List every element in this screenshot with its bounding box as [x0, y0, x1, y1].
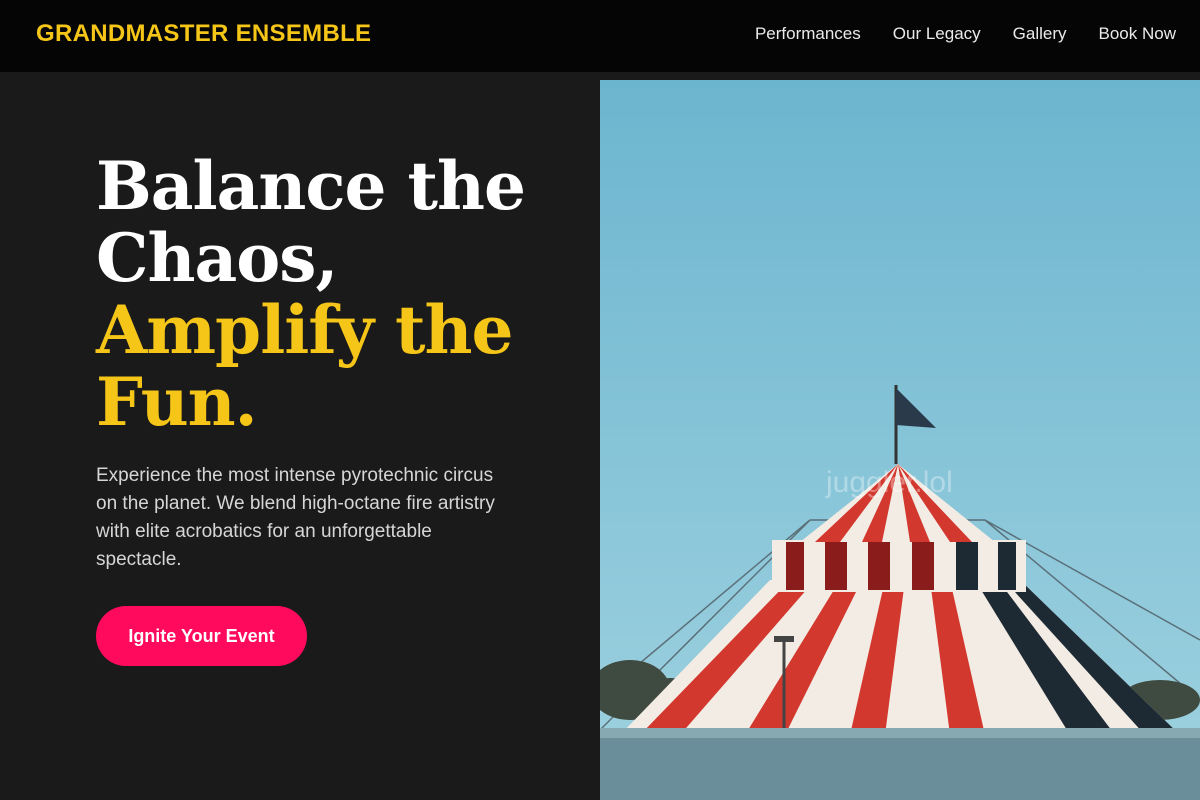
hero-description: Experience the most intense pyrotechnic … — [96, 465, 495, 570]
headline-accent-1: Amplify the — [96, 291, 514, 369]
circus-tent-image: juggler.lol — [600, 80, 1200, 800]
headline-accent-2: Fun. — [96, 363, 258, 441]
nav-our-legacy[interactable]: Our Legacy — [893, 24, 981, 44]
site-header: GRANDMASTER ENSEMBLE Performances Our Le… — [0, 0, 1200, 72]
hero-headline: Balance the Chaos, Amplify the Fun. — [96, 150, 576, 438]
main-nav: Performances Our Legacy Gallery Book Now — [755, 24, 1176, 44]
brand-logo[interactable]: GRANDMASTER ENSEMBLE — [36, 20, 371, 48]
nav-book-now[interactable]: Book Now — [1099, 24, 1176, 44]
tent-drum — [772, 540, 1026, 592]
wall — [600, 728, 1200, 800]
nav-performances[interactable]: Performances — [755, 24, 861, 44]
image-watermark: juggler.lol — [826, 466, 953, 499]
ignite-event-button[interactable]: Ignite Your Event — [96, 606, 307, 666]
circus-tent-illustration — [600, 80, 1200, 800]
headline-line-1: Balance the — [96, 147, 526, 225]
nav-gallery[interactable]: Gallery — [1013, 24, 1067, 44]
headline-line-2: Chaos, — [96, 219, 338, 297]
